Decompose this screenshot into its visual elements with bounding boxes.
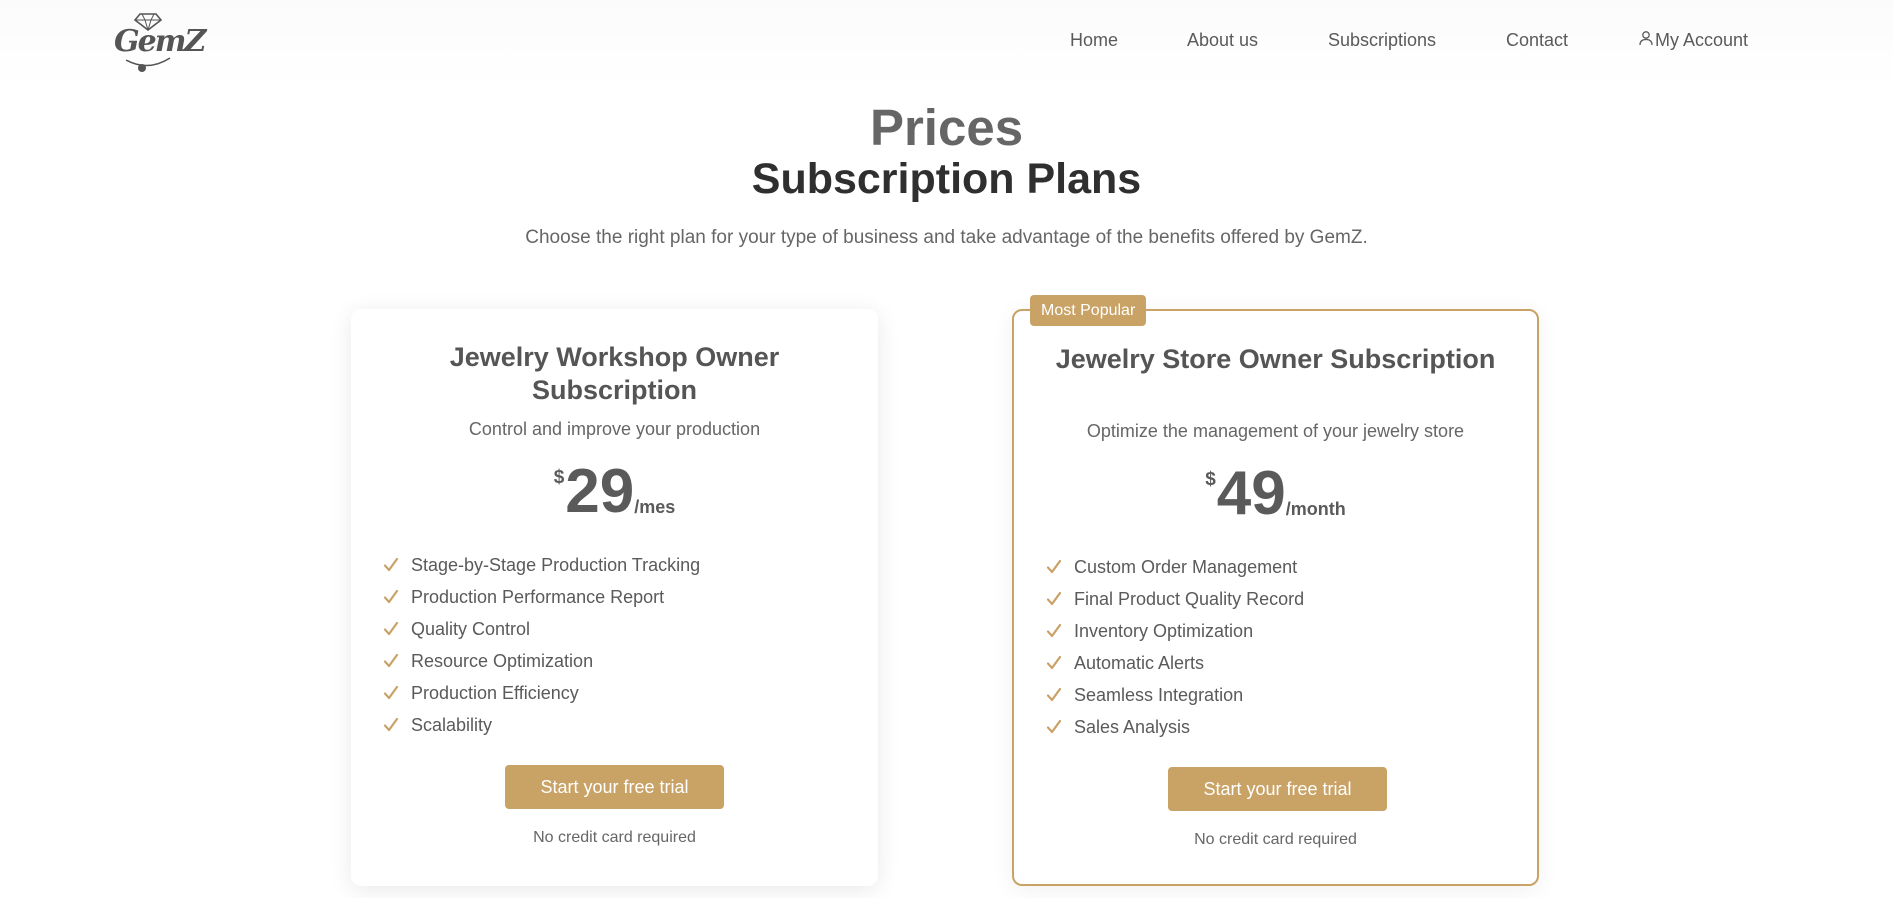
feature-label: Scalability <box>411 714 493 735</box>
check-icon <box>383 717 399 732</box>
feature-item: Resource Optimization <box>383 645 700 677</box>
nav-home[interactable]: Home <box>1070 30 1118 51</box>
feature-item: Custom Order Management <box>1046 551 1304 583</box>
price-amount: 29 <box>565 457 635 526</box>
no-credit-card-note: No credit card required <box>533 829 696 846</box>
gemz-logo[interactable]: GemZ <box>112 10 206 74</box>
plan-description: Control and improve your production <box>468 419 761 439</box>
feature-list: Stage-by-Stage Production Tracking Produ… <box>383 549 700 741</box>
feature-item: Seamless Integration <box>1046 679 1304 711</box>
page-subtitle: Choose the right plan for your type of b… <box>525 227 1368 248</box>
check-icon <box>383 653 399 668</box>
feature-label: Stage-by-Stage Production Tracking <box>411 554 701 575</box>
feature-item: Inventory Optimization <box>1046 615 1304 647</box>
feature-label: Seamless Integration <box>1074 684 1244 705</box>
nav-about-us[interactable]: About us <box>1187 30 1258 51</box>
check-icon <box>1046 591 1062 606</box>
plan-title: Jewelry Store Owner Subscription <box>1055 344 1496 374</box>
check-icon <box>383 621 399 636</box>
feature-item: Stage-by-Stage Production Tracking <box>383 549 700 581</box>
plan-description: Optimize the management of your jewelry … <box>1086 421 1465 441</box>
nav-my-account-label: My Account <box>1655 30 1749 50</box>
feature-label: Sales Analysis <box>1074 716 1191 737</box>
feature-list: Custom Order Management Final Product Qu… <box>1046 551 1304 743</box>
page-title: Subscription Plans <box>751 155 1142 203</box>
nav-my-account[interactable]: My Account <box>1638 30 1748 51</box>
price-currency: $ <box>1205 469 1216 490</box>
check-icon <box>1046 655 1062 670</box>
feature-item: Final Product Quality Record <box>1046 583 1304 615</box>
price-period: /month <box>1285 499 1346 519</box>
plan-price: $49/month <box>1014 459 1537 529</box>
feature-label: Resource Optimization <box>411 650 594 671</box>
check-icon <box>383 685 399 700</box>
feature-label: Quality Control <box>411 618 531 639</box>
user-icon <box>1639 30 1653 45</box>
page-eyebrow: Prices <box>869 99 1024 156</box>
feature-item: Production Performance Report <box>383 581 700 613</box>
check-icon <box>1046 719 1062 734</box>
feature-label: Custom Order Management <box>1074 556 1298 577</box>
feature-label: Inventory Optimization <box>1074 620 1254 641</box>
check-icon <box>383 589 399 604</box>
plan-price: $29/mes <box>351 457 878 527</box>
feature-label: Final Product Quality Record <box>1074 588 1305 609</box>
feature-item: Scalability <box>383 709 700 741</box>
feature-item: Sales Analysis <box>1046 711 1304 743</box>
plan-title: Jewelry Workshop Owner Subscription <box>449 342 780 405</box>
feature-item: Production Efficiency <box>383 677 700 709</box>
feature-label: Automatic Alerts <box>1074 652 1205 673</box>
check-icon <box>1046 559 1062 574</box>
nav-subscriptions[interactable]: Subscriptions <box>1328 30 1436 51</box>
check-icon <box>1046 623 1062 638</box>
price-currency: $ <box>553 467 565 488</box>
feature-label: Production Efficiency <box>411 682 579 703</box>
most-popular-badge: Most Popular <box>1030 295 1147 326</box>
feature-label: Production Performance Report <box>411 586 665 607</box>
plan-card-workshop: Jewelry Workshop Owner Subscription Cont… <box>351 309 878 886</box>
price-amount: 49 <box>1216 459 1286 528</box>
site-header: GemZ Home About us Subscriptions Contact… <box>0 0 1893 86</box>
start-free-trial-button[interactable]: Start your free trial <box>1168 767 1387 811</box>
logo-wordmark: GemZ <box>114 24 206 59</box>
feature-item: Quality Control <box>383 613 700 645</box>
start-free-trial-button[interactable]: Start your free trial <box>505 765 724 809</box>
check-icon <box>383 557 399 572</box>
feature-item: Automatic Alerts <box>1046 647 1304 679</box>
plan-card-store: Most Popular Jewelry Store Owner Subscri… <box>1012 295 1539 886</box>
nav-contact[interactable]: Contact <box>1506 30 1568 51</box>
check-icon <box>1046 687 1062 702</box>
price-period: /mes <box>634 497 676 517</box>
no-credit-card-note: No credit card required <box>1194 831 1357 848</box>
